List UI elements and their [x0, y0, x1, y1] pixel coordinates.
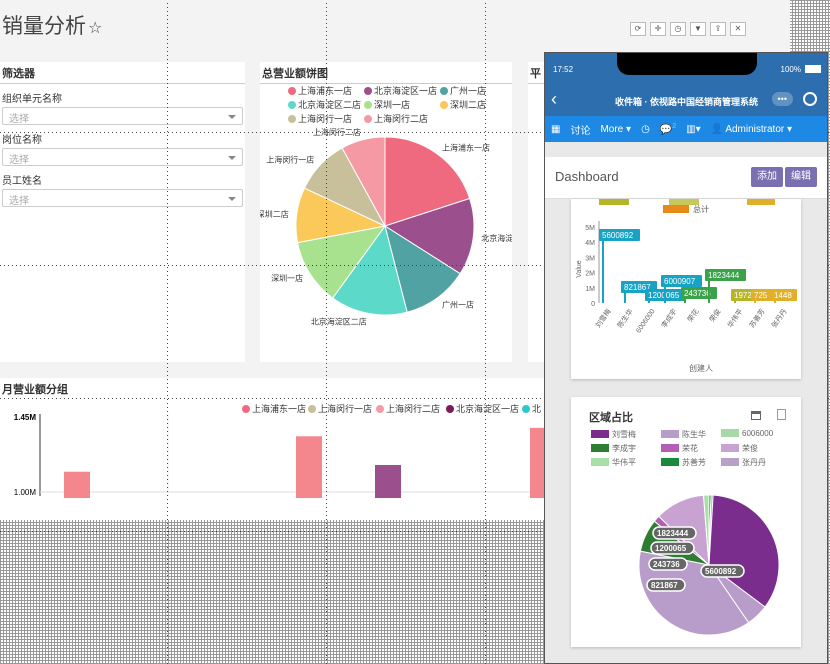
value-label: 1823444: [708, 271, 740, 280]
value-label: 243736: [684, 289, 711, 298]
y-tick-label: 4M: [585, 240, 595, 247]
revenue-pie: 上海浦东一店北京海淀区一店广州一店北京海淀区二店深圳一店深圳二店上海闵行一店上海…: [260, 127, 512, 326]
nav-bar: ‹ 收件箱 · 依视路中国经销商管理系统 •••: [545, 86, 827, 116]
x-axis-title: 创建人: [689, 363, 713, 373]
clock-icon[interactable]: ◷: [670, 22, 686, 36]
pie-legend-item: 广州一店: [440, 84, 486, 97]
pie-legend-item: 北京海淀区一店: [364, 84, 437, 97]
region-value-label: 1200065: [655, 544, 687, 553]
status-time: 17:52: [553, 65, 574, 74]
share-icon[interactable]: ⇪: [710, 22, 726, 36]
star-icon[interactable]: ☆: [88, 18, 102, 37]
pie-slice-label: 北京海淀区二店: [311, 316, 367, 326]
chat-badge: 2: [672, 122, 677, 130]
value-label: 1448: [774, 291, 792, 300]
menu-more[interactable]: More ▾: [600, 124, 631, 135]
clock-icon[interactable]: ◷: [641, 124, 650, 135]
value-label: 5600892: [602, 231, 634, 240]
page-title: 销量分析 ☆: [2, 14, 103, 38]
grid-icon[interactable]: ▦: [551, 124, 560, 135]
status-bar: 17:52 100%: [545, 53, 827, 86]
x-tick-label: 华伟平: [725, 307, 744, 329]
x-tick-label: 6006000: [635, 308, 656, 334]
pie-slice-label: 上海闵行一店: [266, 155, 314, 165]
month-bar: [375, 464, 401, 498]
region-value-label: 243736: [653, 560, 680, 569]
field-label: 岗位名称: [2, 135, 42, 146]
edit-button[interactable]: 编辑: [785, 167, 817, 187]
pie-title: 总营业额饼图: [260, 62, 512, 84]
user-menu[interactable]: 👤 Administrator ▾: [711, 124, 792, 135]
battery-icon: [805, 65, 821, 73]
legend-label: 总计: [693, 204, 709, 214]
legend-swatch: [747, 199, 775, 205]
y-tick-label: 1.00M: [14, 488, 37, 497]
monthly-panel: 月营业额分组 上海浦东一店 上海闵行一店 上海闵行二店 北京海淀区一店北 1.45M 1…: [0, 378, 548, 520]
filter-panel: 筛选器 组织单元名称 选择 岗位名称 选择 员工姓名 选择: [0, 62, 245, 362]
creator-bar-chart: 总计01M2M3M4M5MValue5600892821867120006560…: [576, 199, 797, 373]
x-tick-label: 李成宇: [659, 307, 678, 329]
toolbar: ⟳ ✛ ◷ ▼ ⇪ ✕: [630, 22, 746, 36]
region-value-label: 821867: [651, 581, 678, 590]
legend-swatch: [599, 199, 629, 205]
month-bar: [296, 436, 322, 498]
value-label: 6000907: [664, 277, 696, 286]
x-tick-label: 荣花: [685, 307, 700, 324]
y-axis-title: Value: [576, 260, 583, 277]
delete-icon[interactable]: ✕: [730, 22, 746, 36]
month-bar: [64, 471, 90, 498]
mobile-screen: 17:52 100% ‹ 收件箱 · 依视路中国经销商管理系统 ••• ▦ 讨论…: [544, 52, 828, 664]
menu-discuss[interactable]: 讨论: [570, 122, 590, 137]
filter-title: 筛选器: [0, 62, 245, 84]
employee-select[interactable]: 选择: [2, 189, 243, 207]
pie-legend-item: 上海浦东一店: [288, 84, 352, 97]
field-label: 员工姓名: [2, 176, 42, 187]
y-tick-label: 2M: [585, 271, 595, 278]
dashboard-title: Dashboard: [555, 169, 619, 184]
region-pie: 5600892 821867 1200065 243736 1823444: [638, 494, 780, 636]
y-tick-label: 1M: [585, 286, 595, 293]
add-button[interactable]: 添加: [751, 167, 783, 187]
filter-icon[interactable]: ▼: [690, 22, 706, 36]
menu-bar: ▦ 讨论 More ▾ ◷ 💬2 ▥▾ 👤 Administrator ▾: [545, 116, 827, 142]
more-icon[interactable]: •••: [771, 92, 793, 106]
field-label: 组织单元名称: [2, 94, 62, 105]
chat-icon[interactable]: 💬2: [660, 123, 676, 135]
y-tick-label: 0: [591, 301, 595, 308]
x-tick-label: 刘雪梅: [593, 307, 612, 329]
refresh-icon[interactable]: ⟳: [630, 22, 646, 36]
legend-swatch: [663, 205, 689, 213]
monthly-title: 月营业额分组: [2, 384, 68, 396]
pie-slice-label: 广州一店: [442, 299, 474, 309]
back-icon[interactable]: ‹: [551, 89, 557, 110]
pie-slice-label: 深圳二店: [260, 209, 289, 219]
pie-card: 区域占比 刘雪梅 陈生华 6006000 李成宇 荣花 荣俊 华伟平 苏善芳 张丹丹 56008…: [571, 397, 801, 647]
x-tick-label: 陈生华: [615, 307, 634, 329]
nav-title: 收件箱 · 依视路中国经销商管理系统: [615, 97, 758, 107]
battery-level: 100%: [780, 65, 801, 74]
y-tick-label: 3M: [585, 255, 595, 262]
region-value-label: 5600892: [705, 567, 737, 576]
x-tick-label: 荣俊: [707, 307, 722, 324]
dashboard-header: Dashboard 添加 编辑: [545, 157, 827, 199]
value-label: 725: [754, 291, 768, 300]
plus-icon[interactable]: ✛: [650, 22, 666, 36]
monthly-bar-chart: 1.45M 1.00M: [14, 413, 548, 498]
region-value-label: 1823444: [657, 529, 689, 538]
org-unit-select[interactable]: 选择: [2, 107, 243, 125]
pie-slice-label: 深圳一店: [271, 273, 303, 283]
bar-card: 总计 0 1M 2M 3M 4M 5M Value 5600892 821867 1200065 60…: [571, 199, 801, 379]
position-select[interactable]: 选择: [2, 148, 243, 166]
y-tick-label: 5M: [585, 225, 595, 232]
pie-panel: 总营业额饼图 上海浦东一店 北京海淀区一店 广州一店 北京海淀区二店 深圳一店 深圳二店上…: [260, 62, 512, 362]
pie-slice-label: 上海浦东一店: [442, 143, 490, 153]
x-tick-label: 张丹丹: [769, 307, 788, 329]
close-circle-icon[interactable]: [803, 92, 817, 106]
value-label: 1200065: [648, 291, 680, 300]
x-tick-label: 苏善芳: [747, 307, 766, 329]
building-icon[interactable]: ▥▾: [686, 124, 700, 135]
y-tick-label: 1.45M: [14, 413, 37, 422]
